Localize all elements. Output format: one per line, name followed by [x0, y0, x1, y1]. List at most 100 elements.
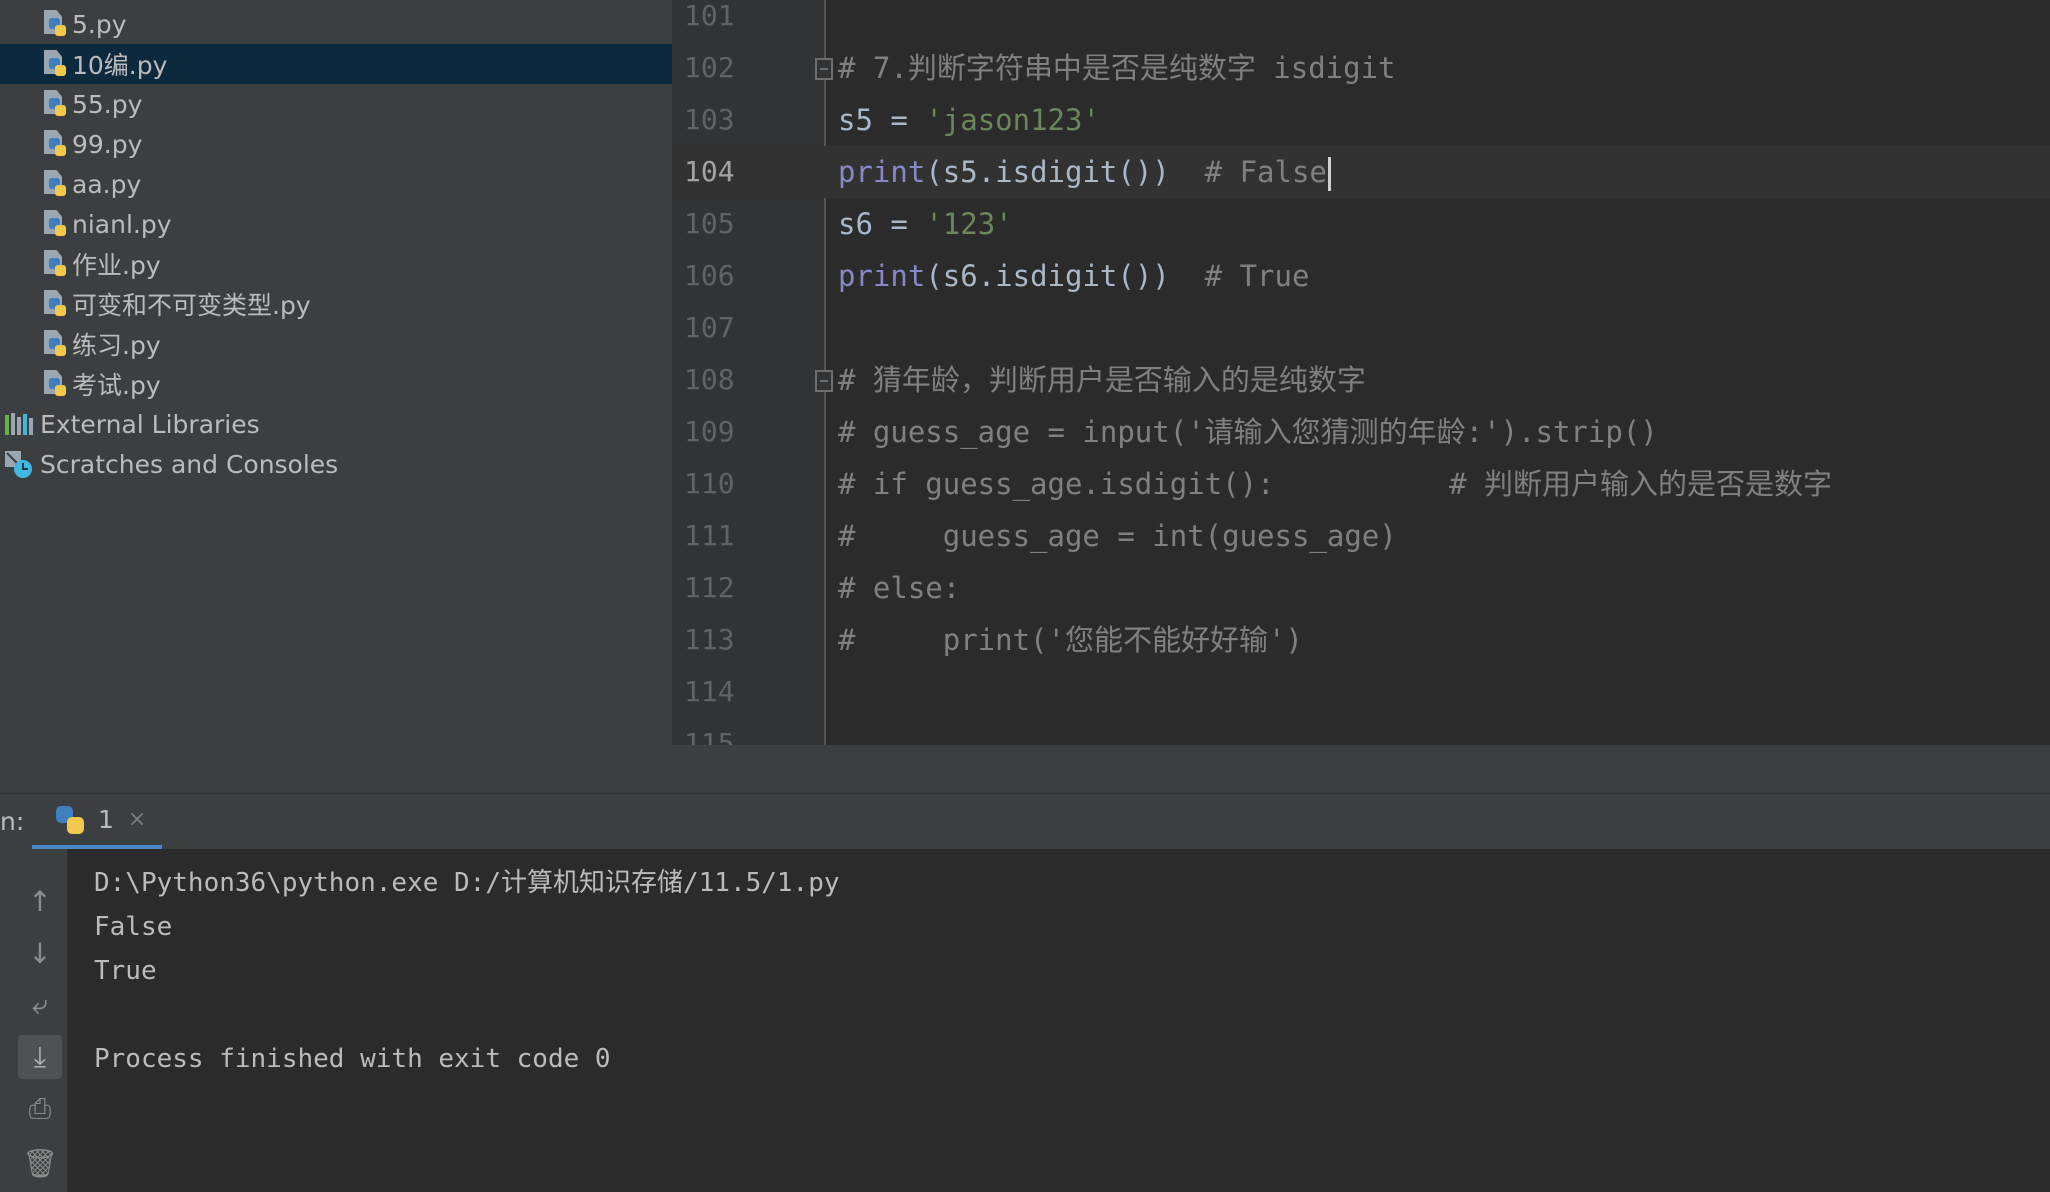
code-text: # guess_age = input('请输入您猜测的年龄:').strip(… [838, 406, 1658, 458]
run-tab-label: 1 [98, 805, 114, 834]
line-number: 107 [684, 311, 735, 344]
code-token: '123' [925, 207, 1013, 241]
console-line: D:\Python36\python.exe D:/计算机知识存储/11.5/1… [94, 868, 840, 898]
tree-item[interactable]: 考试.py [0, 364, 672, 404]
code-token: (s5.isdigit()) [925, 155, 1205, 189]
code-line[interactable]: 112 # else: [672, 562, 2050, 614]
line-number: 110 [684, 467, 735, 500]
code-token: print [838, 259, 926, 293]
scroll-to-end-icon[interactable]: ⤓ [18, 1035, 62, 1079]
code-line[interactable]: 102 # 7.判断字符串中是否是纯数字 isdigit [672, 42, 2050, 94]
tree-item-label: 练习.py [72, 331, 161, 360]
code-line[interactable]: 103 s5 = 'jason123' [672, 94, 2050, 146]
tree-item[interactable]: 可变和不可变类型.py [0, 284, 672, 324]
code-text: # 7.判断字符串中是否是纯数字 isdigit [838, 42, 1396, 94]
close-icon[interactable]: × [128, 807, 146, 832]
code-token: # else: [838, 571, 961, 605]
console-line: Process finished with exit code 0 [94, 1044, 611, 1074]
print-icon[interactable]: ⎙ [18, 1087, 62, 1131]
up-arrow-icon[interactable]: ↑ [18, 879, 62, 923]
tree-item[interactable]: External Libraries [0, 404, 672, 444]
code-line[interactable]: 113 # print('您能不能好好输') [672, 614, 2050, 666]
code-line[interactable]: 109 # guess_age = input('请输入您猜测的年龄:').str… [672, 406, 2050, 458]
code-line[interactable]: 106 print(s6.isdigit()) # True [672, 250, 2050, 302]
python-file-icon [42, 50, 66, 78]
code-token: # print('您能不能好好输') [838, 623, 1303, 657]
code-text: # print('您能不能好好输') [838, 614, 1303, 666]
code-text: # guess_age = int(guess_age) [838, 510, 1397, 562]
code-line[interactable]: 108 # 猜年龄，判断用户是否输入的是纯数字 [672, 354, 2050, 406]
line-number: 104 [684, 155, 735, 188]
code-line[interactable]: 111 # guess_age = int(guess_age) [672, 510, 2050, 562]
python-file-icon [42, 290, 66, 318]
tree-item[interactable]: 10编.py [0, 44, 672, 84]
tree-item[interactable]: 55.py [0, 84, 672, 124]
tree-item-label: Scratches and Consoles [40, 449, 339, 479]
fold-icon[interactable] [815, 370, 833, 392]
code-line[interactable]: 101 [672, 0, 2050, 42]
python-file-icon [42, 210, 66, 238]
code-line[interactable]: 105 s6 = '123' [672, 198, 2050, 250]
python-file-icon [42, 10, 66, 38]
soft-wrap-icon[interactable]: ⤶ [18, 983, 62, 1027]
tree-item-label: 作业.py [72, 251, 161, 280]
code-text: # 猜年龄，判断用户是否输入的是纯数字 [838, 354, 1366, 406]
line-number: 115 [684, 727, 735, 745]
tree-item[interactable]: nianl.py [0, 204, 672, 244]
tree-item[interactable]: 作业.py [0, 244, 672, 284]
line-number: 108 [684, 363, 735, 396]
tree-item[interactable]: 99.py [0, 124, 672, 164]
tree-item-label: External Libraries [40, 409, 260, 439]
scratches-icon [5, 451, 32, 478]
line-number: 106 [684, 259, 735, 292]
run-toolbar: ↑ ↓ ⤶ ⤓ ⎙ 🗑 [0, 849, 68, 1192]
trash-icon[interactable]: 🗑 [18, 1141, 62, 1185]
python-file-icon [42, 170, 66, 198]
code-token: # guess_age = int(guess_age) [838, 519, 1397, 553]
down-arrow-icon[interactable]: ↓ [18, 931, 62, 975]
tree-item-label: 5.py [72, 9, 127, 39]
line-number: 114 [684, 675, 735, 708]
code-token: # False [1204, 155, 1327, 189]
python-file-icon [42, 330, 66, 358]
code-line[interactable]: 110 # if guess_age.isdigit(): # 判断用户输入的是否… [672, 458, 2050, 510]
tree-item-label: nianl.py [72, 209, 172, 239]
tree-item-label: 55.py [72, 89, 143, 119]
run-panel-title: n: [0, 807, 25, 836]
code-line[interactable]: 115 [672, 718, 2050, 745]
code-text: print(s5.isdigit()) # False [838, 146, 1331, 198]
code-line[interactable]: 104 print(s5.isdigit()) # False [672, 146, 2050, 198]
code-text: s5 = 'jason123' [838, 94, 1100, 146]
tree-item[interactable]: Scratches and Consoles [0, 444, 672, 484]
tree-item-label: 10编.py [72, 51, 168, 80]
code-editor[interactable]: 101 102 # 7.判断字符串中是否是纯数字 isdigit 103 s5 = 'j… [672, 0, 2050, 745]
console-line: True [94, 956, 157, 986]
code-token: # 7.判断字符串中是否是纯数字 isdigit [838, 51, 1396, 85]
code-line[interactable]: 107 [672, 302, 2050, 354]
tree-item-label: 考试.py [72, 371, 161, 400]
tree-item[interactable]: 练习.py [0, 324, 672, 364]
fold-icon[interactable] [815, 58, 833, 80]
code-line[interactable]: 114 [672, 666, 2050, 718]
tree-item-label: aa.py [72, 169, 142, 199]
code-token: s6 = [838, 207, 926, 241]
tree-item[interactable]: 5.py [0, 4, 672, 44]
line-number: 112 [684, 571, 735, 604]
tree-item[interactable]: aa.py [0, 164, 672, 204]
line-number: 113 [684, 623, 735, 656]
python-file-icon [42, 90, 66, 118]
editor-horizontal-scrollbar[interactable] [672, 745, 2050, 793]
python-icon [56, 805, 84, 834]
line-number: 102 [684, 51, 735, 84]
ide-window: 5.py 10编.py 55.py 99.py aa.py nianl.py 作业.py 可变… [0, 0, 2050, 1192]
run-tab-1[interactable]: 1 × [32, 794, 162, 850]
code-token: 'jason123' [925, 103, 1100, 137]
console-line: False [94, 912, 173, 942]
line-number: 103 [684, 103, 735, 136]
code-text: print(s6.isdigit()) # True [838, 250, 1309, 302]
run-console-output[interactable]: D:\Python36\python.exe D:/计算机知识存储/11.5/1… [68, 849, 2050, 1192]
line-number: 111 [684, 519, 735, 552]
code-text: s6 = '123' [838, 198, 1013, 250]
line-number: 101 [684, 0, 735, 32]
tree-item-label: 可变和不可变类型.py [72, 291, 311, 320]
